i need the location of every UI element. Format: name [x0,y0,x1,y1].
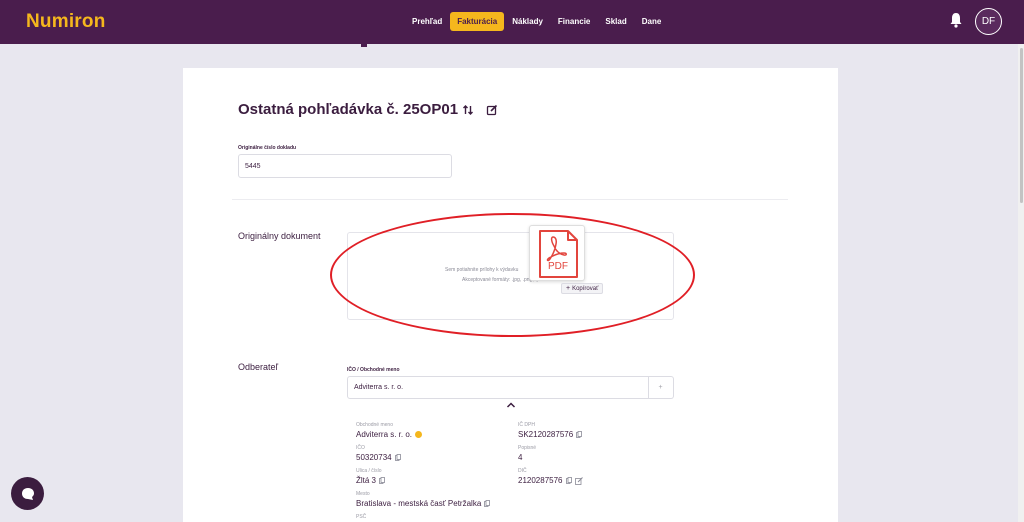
nav-item-dane[interactable]: Dane [635,12,669,31]
original-number-label: Originálne číslo dokladu [238,145,297,151]
dic-text: 2120287576 [518,476,563,485]
file-dropzone[interactable] [347,232,674,320]
zip-label: PSČ [356,514,367,520]
nav-item-prehlad[interactable]: Prehľad [405,12,449,31]
plus-icon: + [658,384,663,391]
pdf-file-icon [539,230,578,278]
avatar[interactable]: DF [975,8,1002,35]
dic-label: DIČ [518,468,527,474]
nav-item-financie[interactable]: Financie [551,12,597,31]
house-number-label: Popisné [518,445,537,451]
main-nav: Prehľad Fakturácia Náklady Financie Skla… [405,12,669,31]
chat-widget-button[interactable] [11,477,44,510]
copy-icon[interactable] [394,454,401,461]
ico-text: 50320734 [356,453,392,462]
customer-section-label: Odberateľ [238,362,279,372]
original-document-label: Originálny dokument [238,231,321,241]
vat-id-label: IČ DPH [518,422,535,428]
copy-label: Kopírovať [572,285,599,292]
business-name-value: Adviterra s. r. o. [356,430,423,439]
house-number-value: 4 [518,453,523,462]
scrollbar-thumb[interactable] [1020,48,1023,203]
copy-icon[interactable] [576,431,583,438]
copy-icon[interactable] [484,500,491,507]
city-text: Bratislava - mestská časť Petržalka [356,499,482,508]
copy-file-button[interactable]: + Kopírovať [561,283,604,294]
dropzone-instruction: Sem potiahnite prílohy k výdavku [445,267,519,273]
street-text: Žltá 3 [356,476,377,485]
pdf-file-thumbnail[interactable]: PDF [529,225,585,281]
dic-value: 2120287576 [518,476,583,485]
bell-icon[interactable] [949,12,963,28]
edit-icon[interactable] [486,104,498,116]
ico-label: IČO [356,445,365,451]
copy-icon[interactable] [565,477,572,484]
ico-value: 50320734 [356,453,401,462]
brand-logo[interactable]: Numiron [26,11,106,33]
section-divider [232,199,788,200]
vat-id-value: SK2120287576 [518,430,583,439]
nav-item-sklad[interactable]: Sklad [598,12,633,31]
copy-icon[interactable] [379,477,385,484]
original-number-field[interactable]: 5445 [238,154,452,178]
business-name-label: Obchodné meno [356,422,393,428]
background-heading-fragment [361,44,367,47]
add-customer-button[interactable]: + [648,376,674,399]
nav-item-fakturacia[interactable]: Fakturácia [450,12,505,31]
verified-icon [415,431,423,438]
vat-id-text: SK2120287576 [518,430,574,439]
street-value: Žltá 3 [356,476,385,485]
customer-search-input[interactable]: Adviterra s. r. o. [347,376,649,399]
chat-bubble-icon [21,487,34,500]
chevron-up-icon[interactable] [506,401,516,409]
plus-icon: + [566,285,571,292]
city-value: Bratislava - mestská časť Petržalka [356,499,491,508]
top-navigation-bar: Numiron Prehľad Fakturácia Náklady Finan… [0,0,1024,44]
city-label: Mesto [356,491,370,497]
business-name-text: Adviterra s. r. o. [356,430,413,439]
edit-icon[interactable] [574,476,583,485]
street-label: Ulica / číslo [356,468,382,474]
nav-item-naklady[interactable]: Náklady [505,12,550,31]
page-title: Ostatná pohľadávka č. 25OP01 [238,101,459,118]
pdf-file-type: PDF [548,261,568,272]
customer-search-label: IČO / Obchodné meno [347,367,400,373]
sort-arrows-icon[interactable] [462,104,474,116]
